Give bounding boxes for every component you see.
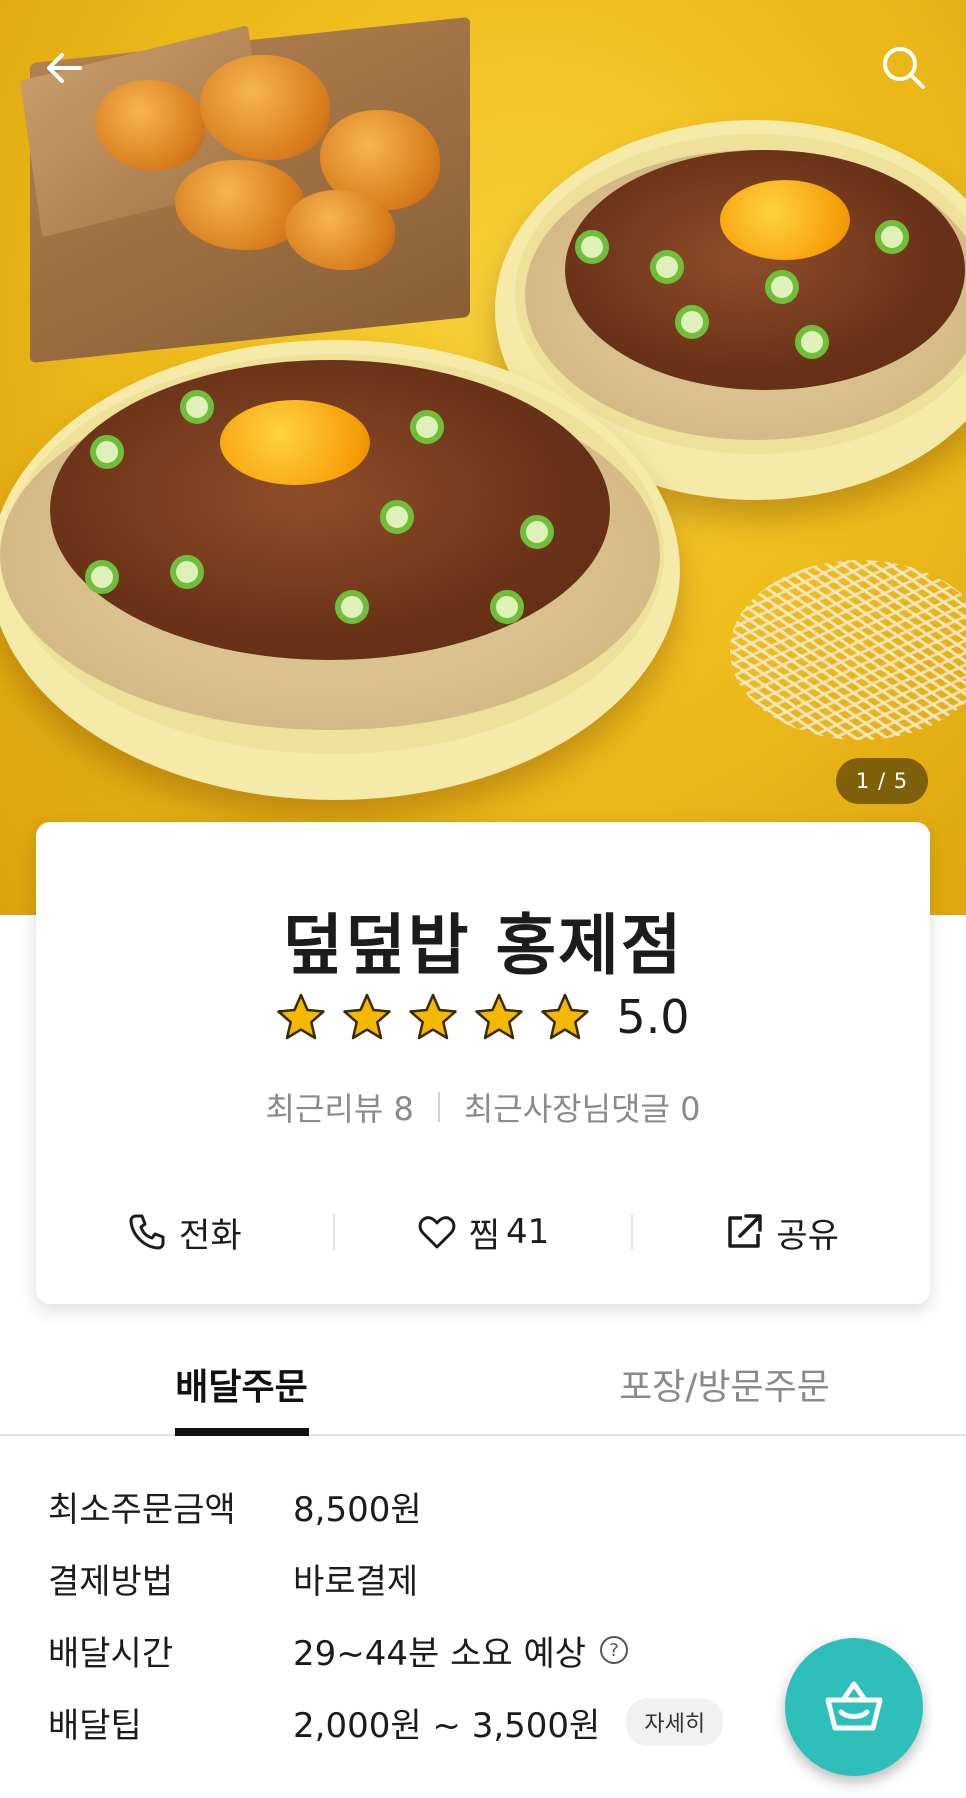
- share-button[interactable]: 공유: [633, 1208, 930, 1257]
- like-count: 41: [506, 1212, 550, 1252]
- share-icon: [728, 1214, 763, 1248]
- like-button[interactable]: 찜 41: [335, 1208, 632, 1257]
- tab-takeout-order[interactable]: 포장/방문주문: [483, 1350, 966, 1434]
- delivery-tip-detail-button[interactable]: 자세히: [626, 1698, 724, 1746]
- basket-icon: [825, 1681, 883, 1731]
- owner-replies-link[interactable]: 최근사장님댓글 0: [464, 1084, 701, 1130]
- like-label: 찜: [468, 1215, 501, 1256]
- search-icon: [883, 47, 925, 89]
- search-button[interactable]: [876, 40, 932, 96]
- info-value: 8,500원: [293, 1489, 422, 1530]
- info-value: 2,000원 ~ 3,500원 자세히: [293, 1698, 724, 1747]
- bowl-illustration: [0, 340, 680, 800]
- hero-image[interactable]: 1 / 5: [0, 0, 966, 915]
- phone-icon: [129, 1214, 165, 1250]
- call-button[interactable]: 전화: [36, 1208, 333, 1257]
- store-info-card: 덮덮밥 홍제점 5.0 최근리뷰 8 최근사장님댓글 0 전화 찜 41 공유: [36, 822, 930, 1304]
- star-icon: [541, 993, 590, 1040]
- delivery-tip-value: 2,000원 ~ 3,500원: [293, 1705, 601, 1746]
- store-name: 덮덮밥 홍제점: [282, 907, 684, 984]
- image-page-counter: 1 / 5: [836, 758, 928, 804]
- star-icon: [277, 993, 326, 1040]
- info-value: 29~44분 소요 예상 ?: [293, 1626, 629, 1675]
- star-icon: [409, 993, 458, 1040]
- info-label: 최소주문금액: [48, 1489, 236, 1530]
- rating-row[interactable]: 5.0: [36, 990, 930, 1044]
- review-summary[interactable]: 최근리뷰 8 최근사장님댓글 0: [36, 1084, 930, 1130]
- info-label: 배달시간: [48, 1633, 174, 1674]
- arrow-left-icon: [47, 53, 82, 83]
- back-button[interactable]: [36, 40, 92, 96]
- info-row-payment: 결제방법 바로결제: [48, 1542, 868, 1614]
- bean-sprouts-illustration: [730, 560, 966, 740]
- heart-icon: [418, 1216, 456, 1249]
- rating-value: 5.0: [616, 990, 690, 1044]
- info-label: 결제방법: [48, 1561, 174, 1602]
- recent-reviews-link[interactable]: 최근리뷰 8: [266, 1084, 414, 1130]
- tab-label: 배달주문: [175, 1367, 308, 1408]
- order-type-tabs: 배달주문 포장/방문주문: [0, 1350, 966, 1436]
- share-label: 공유: [776, 1215, 839, 1256]
- tab-delivery-order[interactable]: 배달주문: [0, 1350, 483, 1436]
- star-icon: [343, 993, 392, 1040]
- active-tab-indicator: [174, 1428, 309, 1436]
- call-label: 전화: [179, 1215, 242, 1256]
- delivery-info-list: 최소주문금액 8,500원 결제방법 바로결제 배달시간 29~44분 소요 예…: [48, 1470, 868, 1758]
- info-row-delivery-time: 배달시간 29~44분 소요 예상 ?: [48, 1614, 868, 1686]
- divider: [437, 1092, 440, 1122]
- delivery-time-value: 29~44분 소요 예상: [293, 1633, 587, 1674]
- info-value: 바로결제: [293, 1561, 419, 1602]
- info-row-delivery-tip: 배달팁 2,000원 ~ 3,500원 자세히: [48, 1686, 868, 1758]
- info-row-min-order: 최소주문금액 8,500원: [48, 1470, 868, 1542]
- cart-button[interactable]: [785, 1638, 923, 1776]
- star-icon: [475, 993, 524, 1040]
- action-row: 전화 찜 41 공유: [36, 1190, 930, 1274]
- tab-label: 포장/방문주문: [619, 1367, 830, 1408]
- help-icon[interactable]: ?: [600, 1636, 629, 1664]
- info-label: 배달팁: [48, 1705, 142, 1746]
